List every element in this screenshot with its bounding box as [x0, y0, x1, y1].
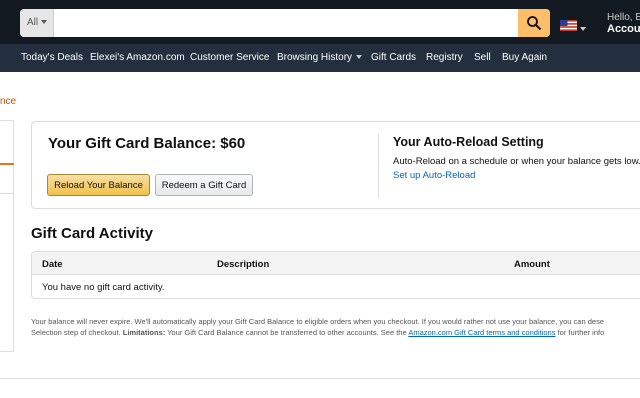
footnote-line-2-end: for further info [557, 328, 605, 337]
account-menu[interactable]: Accoun [607, 23, 640, 35]
page-divider [0, 378, 640, 379]
column-date: Date [42, 259, 63, 270]
nav-buy-again[interactable]: Buy Again [502, 52, 547, 63]
panel-divider [378, 134, 379, 198]
empty-activity-message: You have no gift card activity. [42, 282, 165, 293]
footnote-line-2: Selection step of checkout. Limitations:… [31, 327, 640, 338]
search-button[interactable] [518, 9, 550, 37]
gift-card-terms-link[interactable]: Amazon.com Gift Card terms and condition… [408, 328, 555, 337]
main-nav: Today's Deals Elexei's Amazon.com Custom… [0, 44, 640, 72]
activity-table: Date Description Amount You have no gift… [31, 251, 640, 299]
search-bar: All [20, 9, 550, 37]
auto-reload-description: Auto-Reload on a schedule or when your b… [393, 156, 640, 167]
reload-balance-button[interactable]: Reload Your Balance [47, 174, 150, 196]
gift-card-balance-title: Your Gift Card Balance: $60 [48, 135, 246, 152]
chevron-down-icon [356, 55, 363, 60]
nav-gift-cards[interactable]: Gift Cards [371, 52, 416, 63]
search-category-dropdown[interactable]: All [20, 9, 54, 37]
chevron-down-icon [41, 20, 48, 25]
greeting-text[interactable]: Hello, El [607, 12, 640, 23]
balance-footnote: Your balance will never expire. We'll au… [31, 316, 640, 338]
column-amount: Amount [514, 259, 550, 270]
column-description: Description [217, 259, 270, 270]
footnote-line-2-middle: Your Gift Card Balance cannot be transfe… [167, 328, 407, 337]
limitations-label: Limitations: [122, 328, 166, 337]
gift-card-activity-title: Gift Card Activity [31, 225, 153, 242]
footnote-line-1: Your balance will never expire. We'll au… [31, 317, 604, 326]
setup-auto-reload-link[interactable]: Set up Auto-Reload [393, 170, 475, 181]
nav-sell[interactable]: Sell [474, 52, 491, 63]
nav-todays-deals[interactable]: Today's Deals [21, 52, 83, 63]
sidebar-divider [0, 193, 14, 194]
us-flag-icon[interactable] [560, 20, 577, 31]
sidebar-panel [0, 120, 14, 352]
sidebar-active-indicator [0, 163, 14, 165]
activity-table-header: Date Description Amount [32, 252, 640, 275]
footnote-line-2-start: Selection step of checkout. [31, 328, 121, 337]
language-chevron-icon[interactable] [580, 27, 586, 31]
search-input[interactable] [54, 9, 518, 37]
redeem-gift-card-button[interactable]: Redeem a Gift Card [155, 174, 253, 196]
search-icon [527, 16, 542, 31]
nav-registry[interactable]: Registry [426, 52, 463, 63]
nav-your-amazon[interactable]: Elexei's Amazon.com [90, 52, 185, 63]
nav-browsing-history[interactable]: Browsing History [277, 52, 363, 63]
top-header: All Hello, El Accoun [0, 0, 640, 44]
breadcrumb-link[interactable]: nce [0, 96, 16, 107]
nav-customer-service[interactable]: Customer Service [190, 52, 269, 63]
search-category-label: All [27, 17, 39, 28]
nav-browsing-history-label: Browsing History [277, 52, 353, 63]
gift-card-balance-panel: Your Gift Card Balance: $60 Reload Your … [31, 121, 640, 209]
auto-reload-title: Your Auto-Reload Setting [393, 135, 544, 149]
